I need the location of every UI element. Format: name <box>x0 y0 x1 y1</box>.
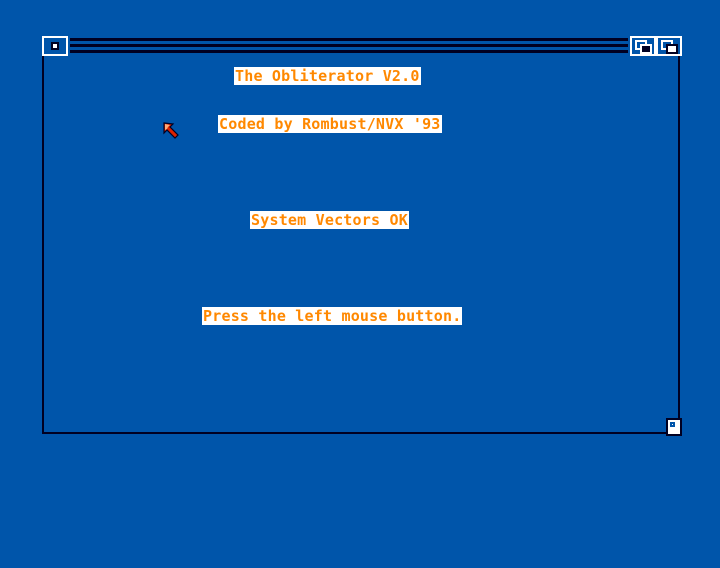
prompt-text: Press the left mouse button. <box>202 307 463 325</box>
depth-back-gadget-icon[interactable] <box>630 36 656 56</box>
mouse-pointer-icon <box>163 122 179 139</box>
credits-text: Coded by Rombust/NVX '93 <box>218 115 442 133</box>
depth-front-gadget-icon[interactable] <box>656 36 682 56</box>
status-text: System Vectors OK <box>250 211 409 229</box>
drag-bar[interactable] <box>70 38 628 54</box>
close-gadget-icon[interactable] <box>42 36 68 56</box>
resize-gadget-icon[interactable] <box>666 418 682 436</box>
obliterator-window <box>42 36 680 434</box>
window-titlebar[interactable] <box>42 36 682 56</box>
program-title: The Obliterator V2.0 <box>234 67 421 85</box>
